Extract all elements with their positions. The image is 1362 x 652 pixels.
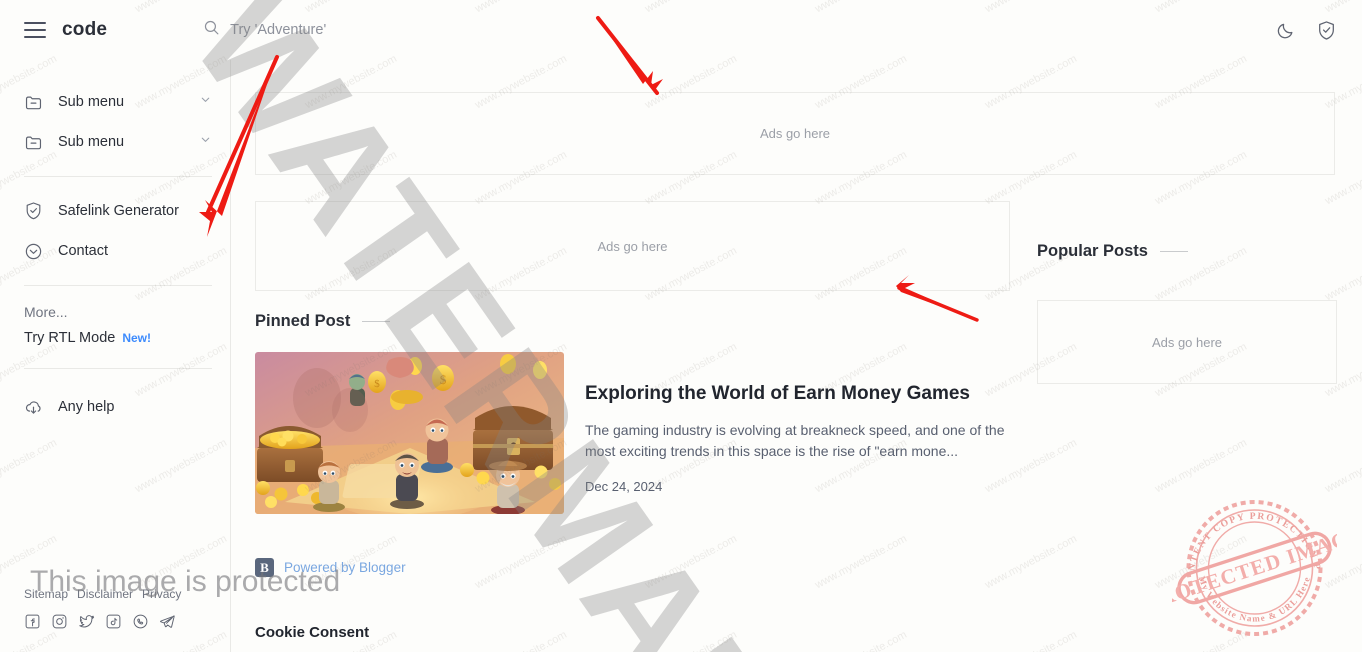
header-actions (1276, 20, 1336, 41)
instagram-icon[interactable] (51, 613, 68, 630)
section-title: Popular Posts (1037, 242, 1148, 260)
pinned-post-card[interactable]: $ $ Exploring the World of Earn Money Ga… (255, 352, 1010, 514)
sidebar-item-sub-menu-2[interactable]: Sub menu (0, 122, 230, 162)
footer-links: Sitemap Disclaimer Privacy (0, 587, 231, 613)
ad-slot-top: Ads go here (255, 92, 1335, 175)
post-text-block: Exploring the World of Earn Money Games … (585, 352, 1010, 514)
folder-minus-icon (24, 133, 46, 152)
rtl-label: Try RTL Mode (24, 330, 116, 346)
ad-slot-sidebar: Ads go here (1037, 300, 1337, 384)
post-title[interactable]: Exploring the World of Earn Money Games (585, 382, 1010, 407)
shield-check-icon (24, 201, 46, 221)
sidebar-item-label: Contact (58, 243, 108, 259)
social-links (0, 613, 231, 630)
ad-slot-label: Ads go here (759, 126, 831, 141)
powered-by-blogger[interactable]: B Powered by Blogger (255, 558, 406, 577)
heading-rule (1159, 251, 1188, 252)
search-placeholder: Try 'Adventure' (230, 22, 327, 38)
shield-check-icon[interactable] (1317, 20, 1336, 41)
post-thumbnail[interactable]: $ $ (255, 352, 564, 514)
search-icon (203, 19, 220, 41)
telegram-icon[interactable] (159, 613, 176, 630)
post-snippet: The gaming industry is evolving at break… (585, 421, 1005, 460)
facebook-icon[interactable] (24, 613, 41, 630)
footer-link-disclaimer[interactable]: Disclaimer (77, 587, 133, 601)
top-header: code Try 'Adventure' (0, 0, 1362, 60)
sidebar-item-label: Any help (58, 399, 115, 415)
sidebar-item-sub-menu-1[interactable]: Sub menu (0, 82, 230, 122)
sidebar-footer: Sitemap Disclaimer Privacy (0, 587, 231, 630)
cookie-consent-title: Cookie Consent (255, 624, 370, 641)
footer-link-sitemap[interactable]: Sitemap (24, 587, 68, 601)
tiktok-icon[interactable] (105, 613, 122, 630)
sidebar-item-label: Safelink Generator (58, 203, 179, 219)
sidebar-item-label: Sub menu (58, 94, 125, 110)
chevron-down-icon[interactable] (199, 133, 212, 151)
popular-posts-heading: Popular Posts (1037, 242, 1188, 261)
brand-title[interactable]: code (62, 19, 107, 41)
chevron-circle-down-icon (24, 242, 46, 261)
sidebar-item-contact[interactable]: Contact (0, 231, 230, 271)
moon-icon[interactable] (1276, 21, 1295, 40)
sidebar-item-any-help[interactable]: Any help (0, 387, 230, 427)
whatsapp-icon[interactable] (132, 613, 149, 630)
footer-link-privacy[interactable]: Privacy (142, 587, 181, 601)
sidebar-divider-3 (24, 368, 212, 369)
treasure-game-illustration: $ $ (255, 352, 564, 514)
sidebar-item-safelink-generator[interactable]: Safelink Generator (0, 191, 230, 231)
folder-minus-icon (24, 93, 46, 112)
sidebar-divider-2 (24, 285, 212, 286)
sidebar-item-label: Sub menu (58, 134, 125, 150)
section-title: Pinned Post (255, 312, 351, 330)
ad-slot-label: Ads go here (1151, 334, 1223, 350)
main-content: Ads go here Ads go here Popular Posts Ad… (231, 60, 1362, 652)
sidebar-more-label: More... (24, 304, 68, 320)
svg-text:$: $ (374, 378, 380, 390)
blogger-icon: B (255, 558, 274, 577)
heading-rule (362, 321, 391, 322)
page-root: code Try 'Adventure' Sub menu Sub menu S… (0, 0, 1362, 652)
sidebar-divider-1 (24, 176, 212, 177)
svg-text:$: $ (440, 372, 447, 387)
sidebar: Sub menu Sub menu Safelink Generator Con… (0, 60, 231, 652)
try-rtl-mode-link[interactable]: Try RTL Mode New! (0, 330, 230, 346)
cloud-download-icon (24, 398, 46, 417)
pinned-post-heading: Pinned Post (255, 312, 391, 331)
hamburger-icon[interactable] (24, 22, 46, 38)
cookie-consent: Cookie Consent We serve cookies on this … (255, 624, 1255, 652)
blogger-label[interactable]: Powered by Blogger (284, 560, 406, 575)
twitter-icon[interactable] (78, 613, 95, 630)
rtl-new-badge: New! (122, 331, 151, 345)
ad-slot-label: Ads go here (597, 238, 668, 254)
post-date: Dec 24, 2024 (585, 479, 663, 495)
chevron-down-icon[interactable] (199, 93, 212, 111)
search-input[interactable]: Try 'Adventure' (203, 19, 326, 41)
ad-slot-middle: Ads go here (255, 201, 1010, 291)
